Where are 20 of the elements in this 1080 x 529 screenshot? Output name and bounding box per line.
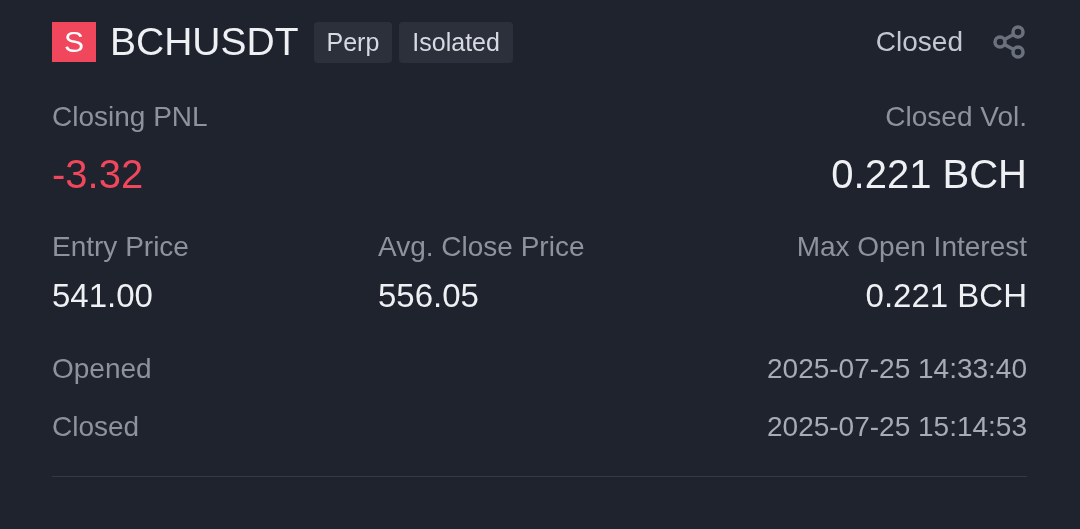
timestamp: 2025-07-25 15:14:53 — [767, 411, 1027, 443]
field-label: Closed Vol. — [885, 100, 1027, 134]
timestamp: 2025-07-25 14:33:40 — [767, 353, 1027, 385]
field-value: -3.32 — [52, 151, 145, 198]
field-label: Avg. Close Price — [378, 230, 586, 264]
field-label: Entry Price — [52, 230, 190, 264]
field-value: 0.221 BCH — [831, 151, 1027, 198]
field-value: 556.05 — [378, 276, 480, 316]
field-label: Max Open Interest — [796, 230, 1027, 264]
status-label: Closed — [875, 26, 963, 58]
tag: Perp — [313, 21, 393, 63]
field-value: 0.221 BCH — [865, 276, 1027, 316]
tag: Isolated — [399, 21, 513, 63]
field-label: Closing PNL — [52, 100, 208, 134]
field-label: Opened — [52, 352, 152, 386]
field-value: 541.00 — [52, 276, 154, 316]
symbol-title: BCHUSDT — [110, 20, 299, 64]
side-badge: S — [52, 22, 96, 62]
share-icon[interactable] — [991, 24, 1027, 60]
field-label: Closed — [52, 410, 140, 444]
